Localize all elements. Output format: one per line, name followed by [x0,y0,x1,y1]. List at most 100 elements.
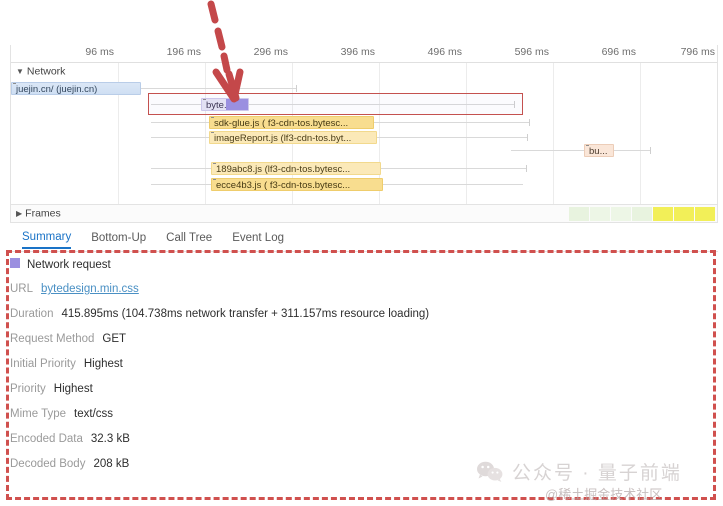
tab-bottom-up[interactable]: Bottom-Up [91,232,146,248]
timeline-bar-label: juejin.cn/ (juejin.cn) [16,84,98,95]
detail-value[interactable]: bytedesign.min.css [41,283,139,295]
timeline-row-selected[interactable]: byte... [11,98,717,111]
timeline-endcap [526,165,527,172]
detail-label: Decoded Body [10,458,86,470]
timeline-connector [151,168,213,169]
timeline-endcap [650,147,651,154]
timeline-endcap [514,101,515,108]
timeline-bar-bu[interactable]: bu... [584,144,614,157]
timeline-connector [381,168,526,169]
detail-label: URL [10,283,34,295]
detail-value: Highest [83,358,123,370]
detail-row-initial-priority: Initial Priority Highest [10,358,530,383]
frames-track[interactable]: ▶Frames ··· [10,205,718,223]
timeline-row[interactable]: sdk-glue.js ( f3-cdn-tos.bytesc... [11,116,717,129]
frame-cell-highlighted[interactable] [695,207,715,221]
timeline-bar-imagereport[interactable]: imageReport.js (lf3-cdn-tos.byt... [209,131,377,144]
frame-cell-highlighted[interactable] [674,207,694,221]
chevron-right-icon[interactable]: ▶ [16,205,22,222]
timeline-connector [374,122,529,123]
tab-event-log[interactable]: Event Log [232,232,284,248]
timeline-row[interactable]: juejin.cn/ (juejin.cn) [11,82,717,95]
detail-label: Duration [10,308,54,320]
summary-details-panel: Network request URL bytedesign.min.css D… [10,258,530,483]
timeline-row[interactable]: ecce4b3.js ( f3-cdn-tos.bytesc... [11,178,717,191]
timeline-endcap [527,134,528,141]
frame-cell[interactable] [590,207,610,221]
detail-value: Highest [53,383,93,395]
event-dot-icon [211,117,214,118]
timeline-bar-label: 189abc8.js (lf3-cdn-tos.bytesc... [216,164,351,175]
detail-label: Request Method [10,333,95,345]
timeline-connector [151,104,206,105]
ruler-tick: 196 ms [166,46,201,58]
detail-title: Network request [27,259,111,271]
tab-summary[interactable]: Summary [22,231,72,249]
timeline-bar-document[interactable]: juejin.cn/ (juejin.cn) [11,82,141,95]
timeline-ruler: 96 ms 196 ms 296 ms 396 ms 496 ms 596 ms… [11,45,717,63]
timeline-row[interactable]: bu... [11,144,717,157]
timeline-bar-label: imageReport.js (lf3-cdn-tos.byt... [214,133,352,144]
watermark-text: 公众号 · 量子前端 [512,463,682,484]
frames-label: Frames [25,207,61,220]
timeline-connector [151,122,211,123]
detail-label: Initial Priority [10,358,76,370]
watermark-subtext: @稀土掘金技术社区 [545,487,663,502]
event-dot-icon [213,163,216,164]
url-link[interactable]: bytedesign.min.css [41,283,139,295]
event-dot-icon [586,145,589,146]
frames-thumbnail-strip[interactable] [569,207,715,221]
timeline-endcap [529,119,530,126]
detail-value: 32.3 kB [90,433,130,445]
detail-label: Priority [10,383,46,395]
timeline-bar-sdk-glue[interactable]: sdk-glue.js ( f3-cdn-tos.bytesc... [209,116,374,129]
detail-value: 415.895ms (104.738ms network transfer + … [61,308,430,320]
timeline-row[interactable]: imageReport.js (lf3-cdn-tos.byt... [11,131,717,144]
ruler-tick: 396 ms [340,46,375,58]
event-dot-icon [203,99,206,100]
event-dot-icon [13,83,16,84]
event-dot-icon [213,179,216,180]
timeline-bar-189abc8[interactable]: 189abc8.js (lf3-cdn-tos.bytesc... [211,162,381,175]
frame-cell-highlighted[interactable] [653,207,673,221]
tab-call-tree[interactable]: Call Tree [166,232,212,248]
screenshot-root: 96 ms 196 ms 296 ms 396 ms 496 ms 596 ms… [0,0,723,506]
detail-row-mime-type: Mime Type text/css [10,408,530,433]
timeline-connector [383,184,523,185]
network-group-header[interactable]: ▼ Network [11,64,65,79]
detail-row-duration: Duration 415.895ms (104.738ms network tr… [10,308,530,333]
timeline-row[interactable]: 189abc8.js (lf3-cdn-tos.bytesc... [11,162,717,175]
detail-label: Encoded Data [10,433,83,445]
timeline-bar-bytedesign[interactable]: byte... [201,98,249,111]
detail-value: text/css [74,408,114,420]
detail-row-url: URL bytedesign.min.css [10,283,530,308]
event-dot-icon [211,132,214,133]
timeline-endcap [296,85,297,92]
timeline-bar-label: ecce4b3.js ( f3-cdn-tos.bytesc... [216,180,351,191]
details-tabbar[interactable]: Summary Bottom-Up Call Tree Event Log [10,228,718,252]
timeline-bar-label: sdk-glue.js ( f3-cdn-tos.bytesc... [214,118,349,129]
network-group-label: Network [26,65,66,78]
top-blank-area [0,0,723,45]
timeline-panel[interactable]: 96 ms 196 ms 296 ms 396 ms 496 ms 596 ms… [10,45,718,205]
frame-cell[interactable] [569,207,589,221]
network-request-color-swatch [10,258,20,268]
ruler-tick: 496 ms [427,46,462,58]
ruler-tick: 696 ms [601,46,636,58]
timeline-connector [614,150,650,151]
chevron-down-icon[interactable]: ▼ [16,64,24,79]
detail-row-request-method: Request Method GET [10,333,530,358]
detail-row-title: Network request [10,258,530,283]
frame-cell[interactable] [632,207,652,221]
frame-cell[interactable] [611,207,631,221]
selection-block [226,99,248,110]
detail-value: 208 kB [93,458,130,470]
detail-row-decoded-body: Decoded Body 208 kB [10,458,530,483]
timeline-connector [511,150,584,151]
ruler-tick: 96 ms [85,46,114,58]
ruler-tick: 796 ms [680,46,715,58]
timeline-connector [151,184,213,185]
detail-value: GET [102,333,127,345]
timeline-bar-ecce4b3[interactable]: ecce4b3.js ( f3-cdn-tos.bytesc... [211,178,383,191]
ruler-tick: 596 ms [514,46,549,58]
